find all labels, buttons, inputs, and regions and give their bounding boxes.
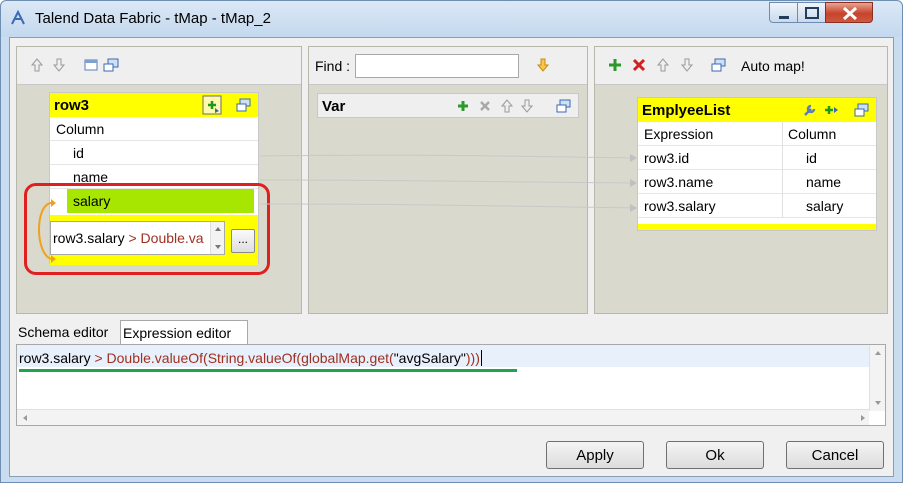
vscroll-arrows-icon bbox=[875, 351, 881, 405]
tmap-editor: row3 Column id name salary row3.salary >… bbox=[9, 37, 894, 477]
maximize-icon bbox=[805, 7, 819, 19]
tab-schema-editor[interactable]: Schema editor bbox=[16, 320, 120, 344]
ok-button[interactable]: Ok bbox=[666, 441, 764, 469]
cancel-button[interactable]: Cancel bbox=[786, 441, 884, 469]
maximize-button[interactable] bbox=[797, 2, 826, 23]
window-title: Talend Data Fabric - tMap - tMap_2 bbox=[35, 10, 271, 27]
talend-app-icon bbox=[11, 9, 25, 25]
expr-part-close: ))) bbox=[465, 350, 480, 366]
mapping-links bbox=[259, 154, 637, 212]
editor-tabs: Schema editor Expression editor bbox=[10, 320, 893, 344]
expr-part-field: row3.salary bbox=[19, 350, 95, 366]
hscroll-arrows-icon bbox=[23, 415, 865, 421]
expr-part-call: > Double.valueOf(String.valueOf(globalMa… bbox=[94, 350, 394, 366]
title-bar: Talend Data Fabric - tMap - tMap_2 bbox=[1, 1, 902, 37]
expression-text: row3.salary > Double.valueOf(String.valu… bbox=[19, 350, 482, 366]
text-cursor: ​ bbox=[480, 350, 482, 366]
expression-editor[interactable]: row3.salary > Double.valueOf(String.valu… bbox=[16, 344, 886, 426]
apply-button[interactable]: Apply bbox=[546, 441, 644, 469]
green-underline bbox=[19, 369, 517, 372]
application-window: Talend Data Fabric - tMap - tMap_2 row3 bbox=[0, 0, 903, 483]
vertical-scrollbar[interactable] bbox=[869, 345, 885, 411]
close-icon bbox=[842, 6, 858, 21]
expr-part-string: "avgSalary" bbox=[393, 350, 466, 366]
minimize-icon bbox=[779, 16, 789, 19]
tab-expression-editor[interactable]: Expression editor bbox=[120, 320, 248, 344]
minimize-button[interactable] bbox=[769, 2, 798, 23]
horizontal-scrollbar[interactable] bbox=[17, 409, 869, 425]
close-window-button[interactable] bbox=[825, 2, 873, 23]
